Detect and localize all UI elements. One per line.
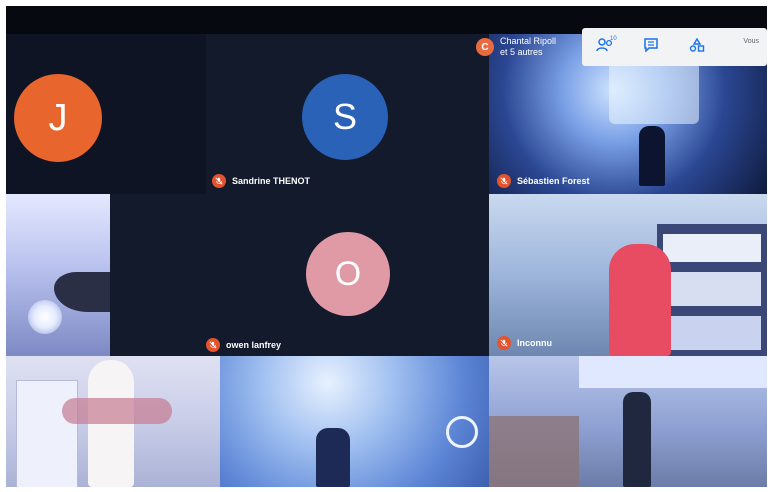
person-dark [316, 428, 350, 487]
mic-off-icon [497, 336, 511, 350]
mic-off-icon [206, 338, 220, 352]
participant-tile-j[interactable]: J [6, 34, 206, 194]
meeting-toolbar: 10 Vous [582, 28, 767, 66]
person-silhouette [639, 126, 665, 186]
name-tag-sandrine: Sandrine THENOT [212, 174, 310, 188]
window-light [579, 356, 767, 388]
name-tag-owen: owen lanfrey [206, 338, 281, 352]
door [16, 380, 78, 487]
name-sebastien: Sébastien Forest [517, 176, 590, 186]
name-owen: owen lanfrey [226, 340, 282, 350]
participant-tile-sandrine[interactable]: S Sandrine THENOT [206, 34, 489, 194]
avatar-c: C [476, 38, 494, 56]
overflow-text: Chantal Ripoll et 5 autres [500, 36, 556, 58]
participant-tile-jumping[interactable] [220, 356, 489, 487]
people-button[interactable]: 10 [582, 28, 628, 66]
chat-icon [643, 37, 659, 57]
arms [62, 398, 172, 424]
avatar-o-initial: O [334, 254, 362, 293]
person-pink [609, 244, 671, 356]
person-jumping [623, 392, 651, 487]
people-count: 10 [610, 36, 617, 42]
name-sandrine: Sandrine THENOT [232, 176, 311, 186]
avatar-c-initial: C [481, 41, 489, 53]
mic-off-icon [212, 174, 226, 188]
name-inconnu: Inconnu [517, 338, 552, 348]
participant-tile-living-room[interactable] [489, 356, 767, 487]
meeting-screen: J S Sandrine THENOT Sébastien Forest O o… [6, 6, 767, 487]
overflow-line-2: et 5 autres [500, 47, 543, 57]
bookshelf [657, 224, 767, 356]
chat-button[interactable] [628, 28, 674, 66]
avatar-s-initial: S [332, 96, 357, 137]
avatar-j: J [14, 74, 102, 162]
dark-shape [54, 272, 110, 312]
participant-tile-lamp[interactable] [6, 194, 110, 356]
avatar-o: O [306, 232, 390, 316]
you-label: Vous [743, 38, 759, 45]
activities-icon [689, 37, 705, 57]
name-tag-inconnu: Inconnu [497, 336, 552, 350]
avatar-j-initial: J [48, 96, 68, 139]
sofa [489, 416, 579, 487]
participants-overflow-chip[interactable]: C Chantal Ripoll et 5 autres [476, 30, 586, 64]
participant-tile-owen[interactable]: O owen lanfrey [110, 194, 489, 356]
activities-button[interactable] [674, 28, 720, 66]
overflow-line-1: Chantal Ripoll [500, 36, 557, 46]
lamp-glow [28, 300, 62, 334]
lamp [446, 416, 478, 448]
participant-tile-inconnu[interactable]: Inconnu [489, 194, 767, 356]
avatar-s: S [302, 74, 388, 160]
participant-tile-blonde[interactable] [6, 356, 220, 487]
mic-off-icon [497, 174, 511, 188]
name-tag-sebastien: Sébastien Forest [497, 174, 590, 188]
